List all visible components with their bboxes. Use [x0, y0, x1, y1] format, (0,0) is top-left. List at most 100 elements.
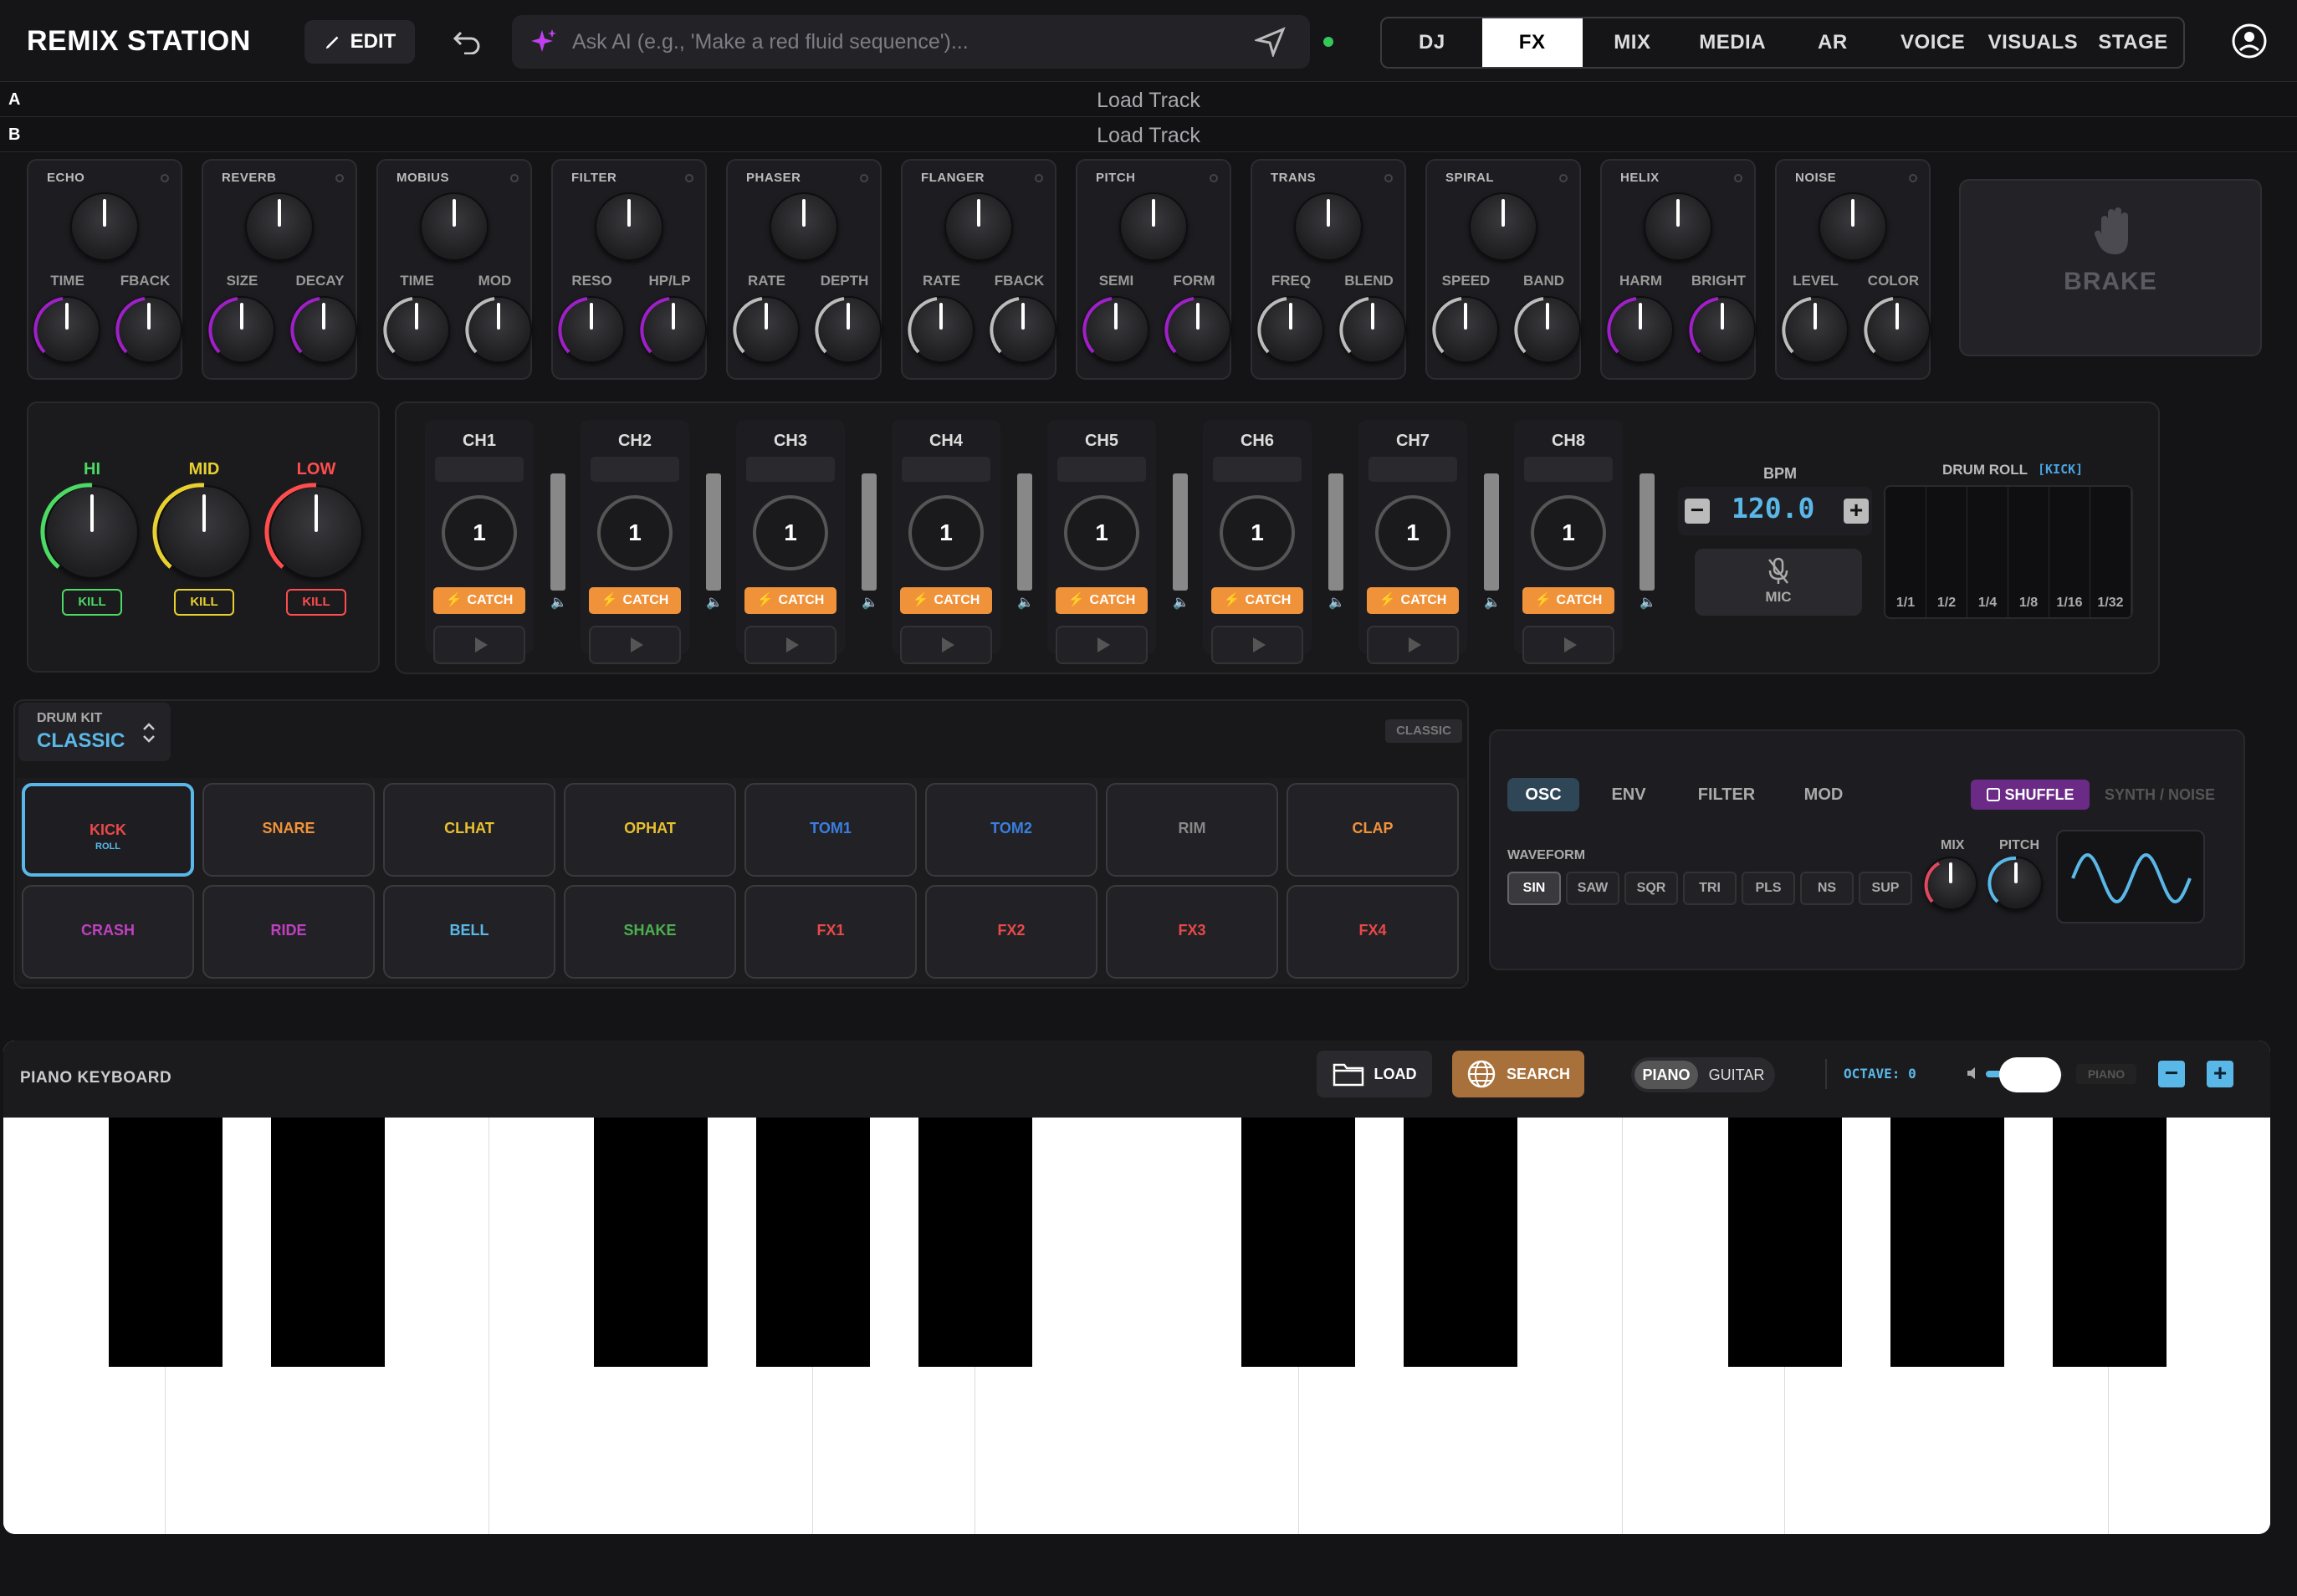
fx-enable-led[interactable]	[685, 174, 693, 182]
play-button[interactable]	[433, 626, 525, 664]
channel-slot[interactable]	[902, 457, 990, 482]
catch-button[interactable]: ⚡ CATCH	[1522, 587, 1614, 614]
drum-pad-crash[interactable]: CRASH	[22, 885, 194, 979]
tab-ar[interactable]: AR	[1783, 18, 1883, 67]
fx-param2-knob[interactable]	[290, 296, 357, 363]
fx-main-knob[interactable]	[1644, 192, 1712, 261]
fx-param1-knob[interactable]	[733, 296, 800, 363]
channel-ring[interactable]: 1	[1064, 495, 1139, 570]
play-button[interactable]	[589, 626, 681, 664]
waveform-sup-button[interactable]: SUP	[1859, 872, 1912, 905]
eq-mid-knob[interactable]	[157, 485, 251, 579]
fx-enable-led[interactable]	[1734, 174, 1742, 182]
channel-slot[interactable]	[1057, 457, 1146, 482]
channel-ring[interactable]: 1	[597, 495, 673, 570]
synth-tab-env[interactable]: ENV	[1593, 778, 1665, 811]
fx-param2-knob[interactable]	[1339, 296, 1406, 363]
eq-low-kill-button[interactable]: KILL	[286, 589, 346, 616]
play-button[interactable]	[1056, 626, 1148, 664]
channel-slot[interactable]	[1524, 457, 1613, 482]
channel-slot[interactable]	[746, 457, 835, 482]
fx-main-knob[interactable]	[245, 192, 314, 261]
drum-pad-snare[interactable]: SNARE	[202, 783, 375, 877]
fx-param2-knob[interactable]	[1689, 296, 1756, 363]
track-row-a[interactable]: A Load Track	[0, 82, 2297, 117]
fx-enable-led[interactable]	[1559, 174, 1568, 182]
black-key[interactable]	[594, 1118, 708, 1367]
fx-param2-knob[interactable]	[990, 296, 1056, 363]
shuffle-button[interactable]: SHUFFLE	[1971, 780, 2090, 810]
fx-enable-led[interactable]	[510, 174, 519, 182]
black-key[interactable]	[271, 1118, 385, 1367]
fx-enable-led[interactable]	[1384, 174, 1393, 182]
load-track-label[interactable]: Load Track	[0, 124, 2297, 148]
channel-fader[interactable]	[1484, 473, 1499, 591]
waveform-sqr-button[interactable]: SQR	[1624, 872, 1678, 905]
drum-pad-ophat[interactable]: OPHAT	[564, 783, 736, 877]
volume-slider-thumb[interactable]	[1999, 1057, 2061, 1092]
channel-slot[interactable]	[1368, 457, 1457, 482]
drum-kit-selector[interactable]: DRUM KIT CLASSIC	[18, 703, 171, 761]
fx-enable-led[interactable]	[860, 174, 868, 182]
black-key[interactable]	[1890, 1118, 2004, 1367]
octave-up-button[interactable]: +	[2207, 1061, 2233, 1087]
drum-pad-fx2[interactable]: FX2	[925, 885, 1097, 979]
drum-pad-rim[interactable]: RIM	[1106, 783, 1278, 877]
catch-button[interactable]: ⚡ CATCH	[433, 587, 525, 614]
black-key[interactable]	[109, 1118, 223, 1367]
channel-fader[interactable]	[1640, 473, 1655, 591]
channel-ring[interactable]: 1	[753, 495, 828, 570]
waveform-tri-button[interactable]: TRI	[1683, 872, 1737, 905]
drum-pad-fx4[interactable]: FX4	[1287, 885, 1459, 979]
catch-button[interactable]: ⚡ CATCH	[744, 587, 836, 614]
drum-pad-shake[interactable]: SHAKE	[564, 885, 736, 979]
fx-enable-led[interactable]	[335, 174, 344, 182]
fx-param1-knob[interactable]	[1432, 296, 1499, 363]
instrument-guitar-option[interactable]: GUITAR	[1703, 1061, 1770, 1089]
fx-main-knob[interactable]	[420, 192, 489, 261]
black-key[interactable]	[1241, 1118, 1355, 1367]
channel-slot[interactable]	[591, 457, 679, 482]
play-button[interactable]	[1522, 626, 1614, 664]
fx-main-knob[interactable]	[1119, 192, 1188, 261]
send-icon[interactable]	[1255, 27, 1287, 57]
tab-dj[interactable]: DJ	[1382, 18, 1482, 67]
black-key[interactable]	[756, 1118, 870, 1367]
catch-button[interactable]: ⚡ CATCH	[900, 587, 992, 614]
drum-pad-ride[interactable]: RIDE	[202, 885, 375, 979]
channel-fader[interactable]	[1173, 473, 1188, 591]
drum-roll-cell[interactable]: 1/16	[2049, 487, 2090, 617]
drum-roll-cell[interactable]: 1/2	[1926, 487, 1967, 617]
catch-button[interactable]: ⚡ CATCH	[1211, 587, 1303, 614]
channel-slot[interactable]	[435, 457, 524, 482]
waveform-sin-button[interactable]: SIN	[1507, 872, 1561, 905]
edit-button[interactable]: EDIT	[304, 20, 415, 64]
bpm-increase-button[interactable]: +	[1844, 499, 1869, 524]
fx-param1-knob[interactable]	[1082, 296, 1149, 363]
channel-ring[interactable]: 1	[1375, 495, 1450, 570]
fx-main-knob[interactable]	[944, 192, 1013, 261]
channel-ring[interactable]: 1	[1531, 495, 1606, 570]
fx-main-knob[interactable]	[595, 192, 663, 261]
fx-main-knob[interactable]	[70, 192, 139, 261]
fx-param2-knob[interactable]	[115, 296, 182, 363]
fx-enable-led[interactable]	[1210, 174, 1218, 182]
waveform-ns-button[interactable]: NS	[1800, 872, 1854, 905]
channel-slot[interactable]	[1213, 457, 1302, 482]
play-button[interactable]	[1211, 626, 1303, 664]
fx-main-knob[interactable]	[1294, 192, 1363, 261]
mic-button[interactable]: MIC	[1695, 549, 1862, 616]
drum-pad-tom2[interactable]: TOM2	[925, 783, 1097, 877]
channel-fader[interactable]	[706, 473, 721, 591]
tab-fx[interactable]: FX	[1481, 18, 1583, 67]
fx-param2-knob[interactable]	[1164, 296, 1231, 363]
fx-param1-knob[interactable]	[908, 296, 975, 363]
synth-mode-label[interactable]: SYNTH / NOISE	[2105, 786, 2215, 804]
fx-param2-knob[interactable]	[1864, 296, 1931, 363]
tab-media[interactable]: MEDIA	[1682, 18, 1783, 67]
tab-stage[interactable]: STAGE	[2083, 18, 2183, 67]
drum-roll-cell[interactable]: 1/8	[2008, 487, 2049, 617]
fx-param1-knob[interactable]	[1607, 296, 1674, 363]
black-key[interactable]	[918, 1118, 1032, 1367]
tab-visuals[interactable]: VISUALS	[1983, 18, 2084, 67]
